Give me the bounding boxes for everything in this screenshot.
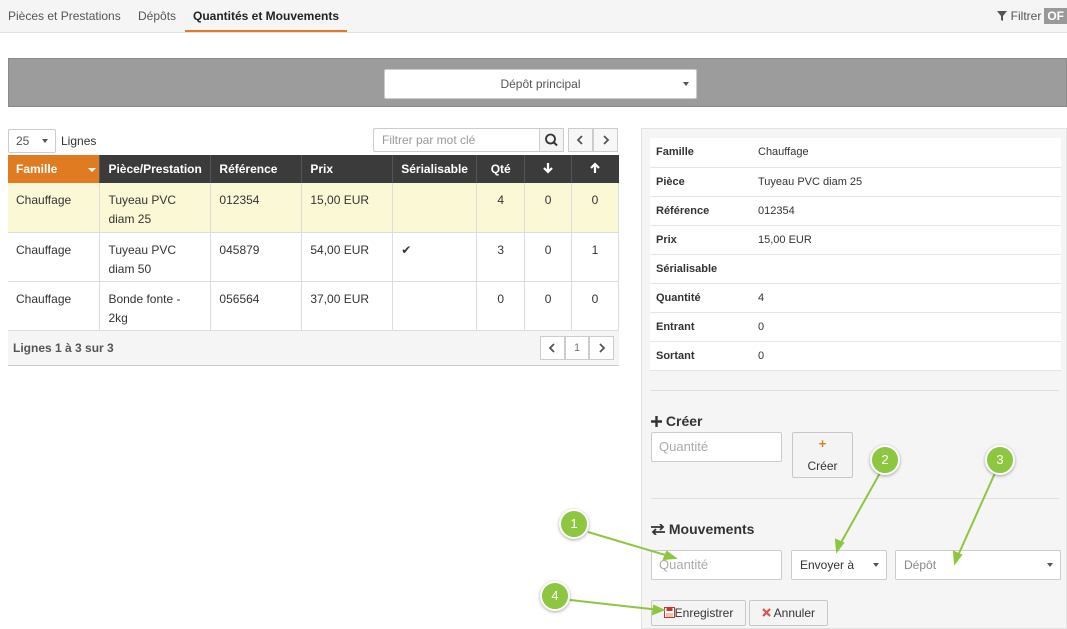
app-root: Pièces et Prestations Dépôts Quantités e… bbox=[0, 0, 1067, 629]
annotation-arrows bbox=[569, 472, 996, 616]
annotation-marker-2: 2 bbox=[870, 445, 900, 475]
annotation-marker-4: 4 bbox=[540, 581, 570, 611]
annotation-marker-1: 1 bbox=[559, 509, 589, 539]
annotation-marker-3: 3 bbox=[985, 445, 1015, 475]
